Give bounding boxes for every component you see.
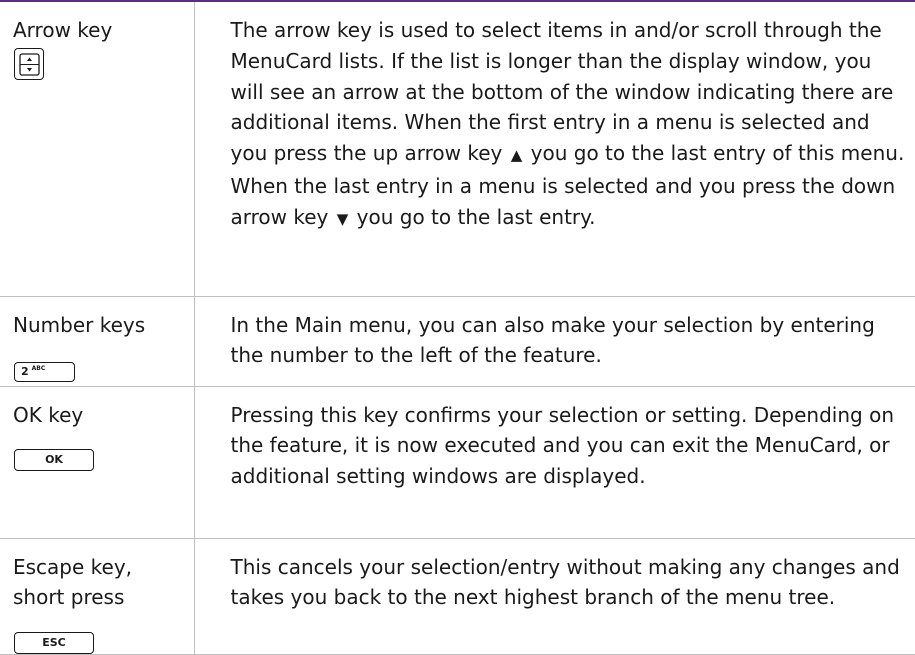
table-row-escape-key: Escape key, short press ESC This cancels… [0, 538, 915, 654]
description-text: In the Main menu, you can also make your… [231, 297, 915, 372]
table-row-ok-key: OK key OK Pressing this key confirms you… [0, 386, 915, 538]
number-key-icon: 2ABC [14, 362, 75, 382]
description-part-3: you go to the last entry. [357, 205, 596, 229]
description-cell: Pressing this key confirms your selectio… [194, 386, 915, 538]
up-arrow-symbol: ▲ [511, 140, 523, 171]
ok-key-icon: OK [14, 449, 94, 471]
arrow-key-glyph [16, 50, 43, 79]
table-row-arrow-key: Arrow key The arrow key is used to selec… [0, 2, 915, 296]
description-cell: The arrow key is used to select items in… [194, 2, 915, 296]
key-reference-table: Arrow key The arrow key is used to selec… [0, 2, 915, 655]
table-row-number-keys: Number keys 2ABC In the Main menu, you c… [0, 296, 915, 386]
key-label: OK key [0, 387, 194, 430]
arrow-up-down-key-icon [14, 48, 44, 80]
key-label: Escape key, short press [0, 539, 194, 612]
description-cell: In the Main menu, you can also make your… [194, 296, 915, 386]
esc-key-icon: ESC [14, 632, 94, 654]
ok-key-text: OK [45, 453, 63, 466]
key-label: Number keys [0, 297, 194, 340]
key-cell: Escape key, short press ESC [0, 538, 194, 654]
down-arrow-symbol: ▼ [337, 204, 349, 235]
description-text: This cancels your selection/entry withou… [231, 539, 915, 614]
number-key-digit: 2 [21, 365, 29, 378]
key-cell: Number keys 2ABC [0, 296, 194, 386]
key-cell: OK key OK [0, 386, 194, 538]
description-cell: This cancels your selection/entry withou… [194, 538, 915, 654]
number-key-letters: ABC [32, 365, 46, 372]
description-text: The arrow key is used to select items in… [231, 2, 915, 235]
key-label: Arrow key [0, 2, 194, 45]
esc-key-text: ESC [42, 636, 66, 649]
key-cell: Arrow key [0, 2, 194, 296]
description-text: Pressing this key confirms your selectio… [231, 387, 915, 492]
